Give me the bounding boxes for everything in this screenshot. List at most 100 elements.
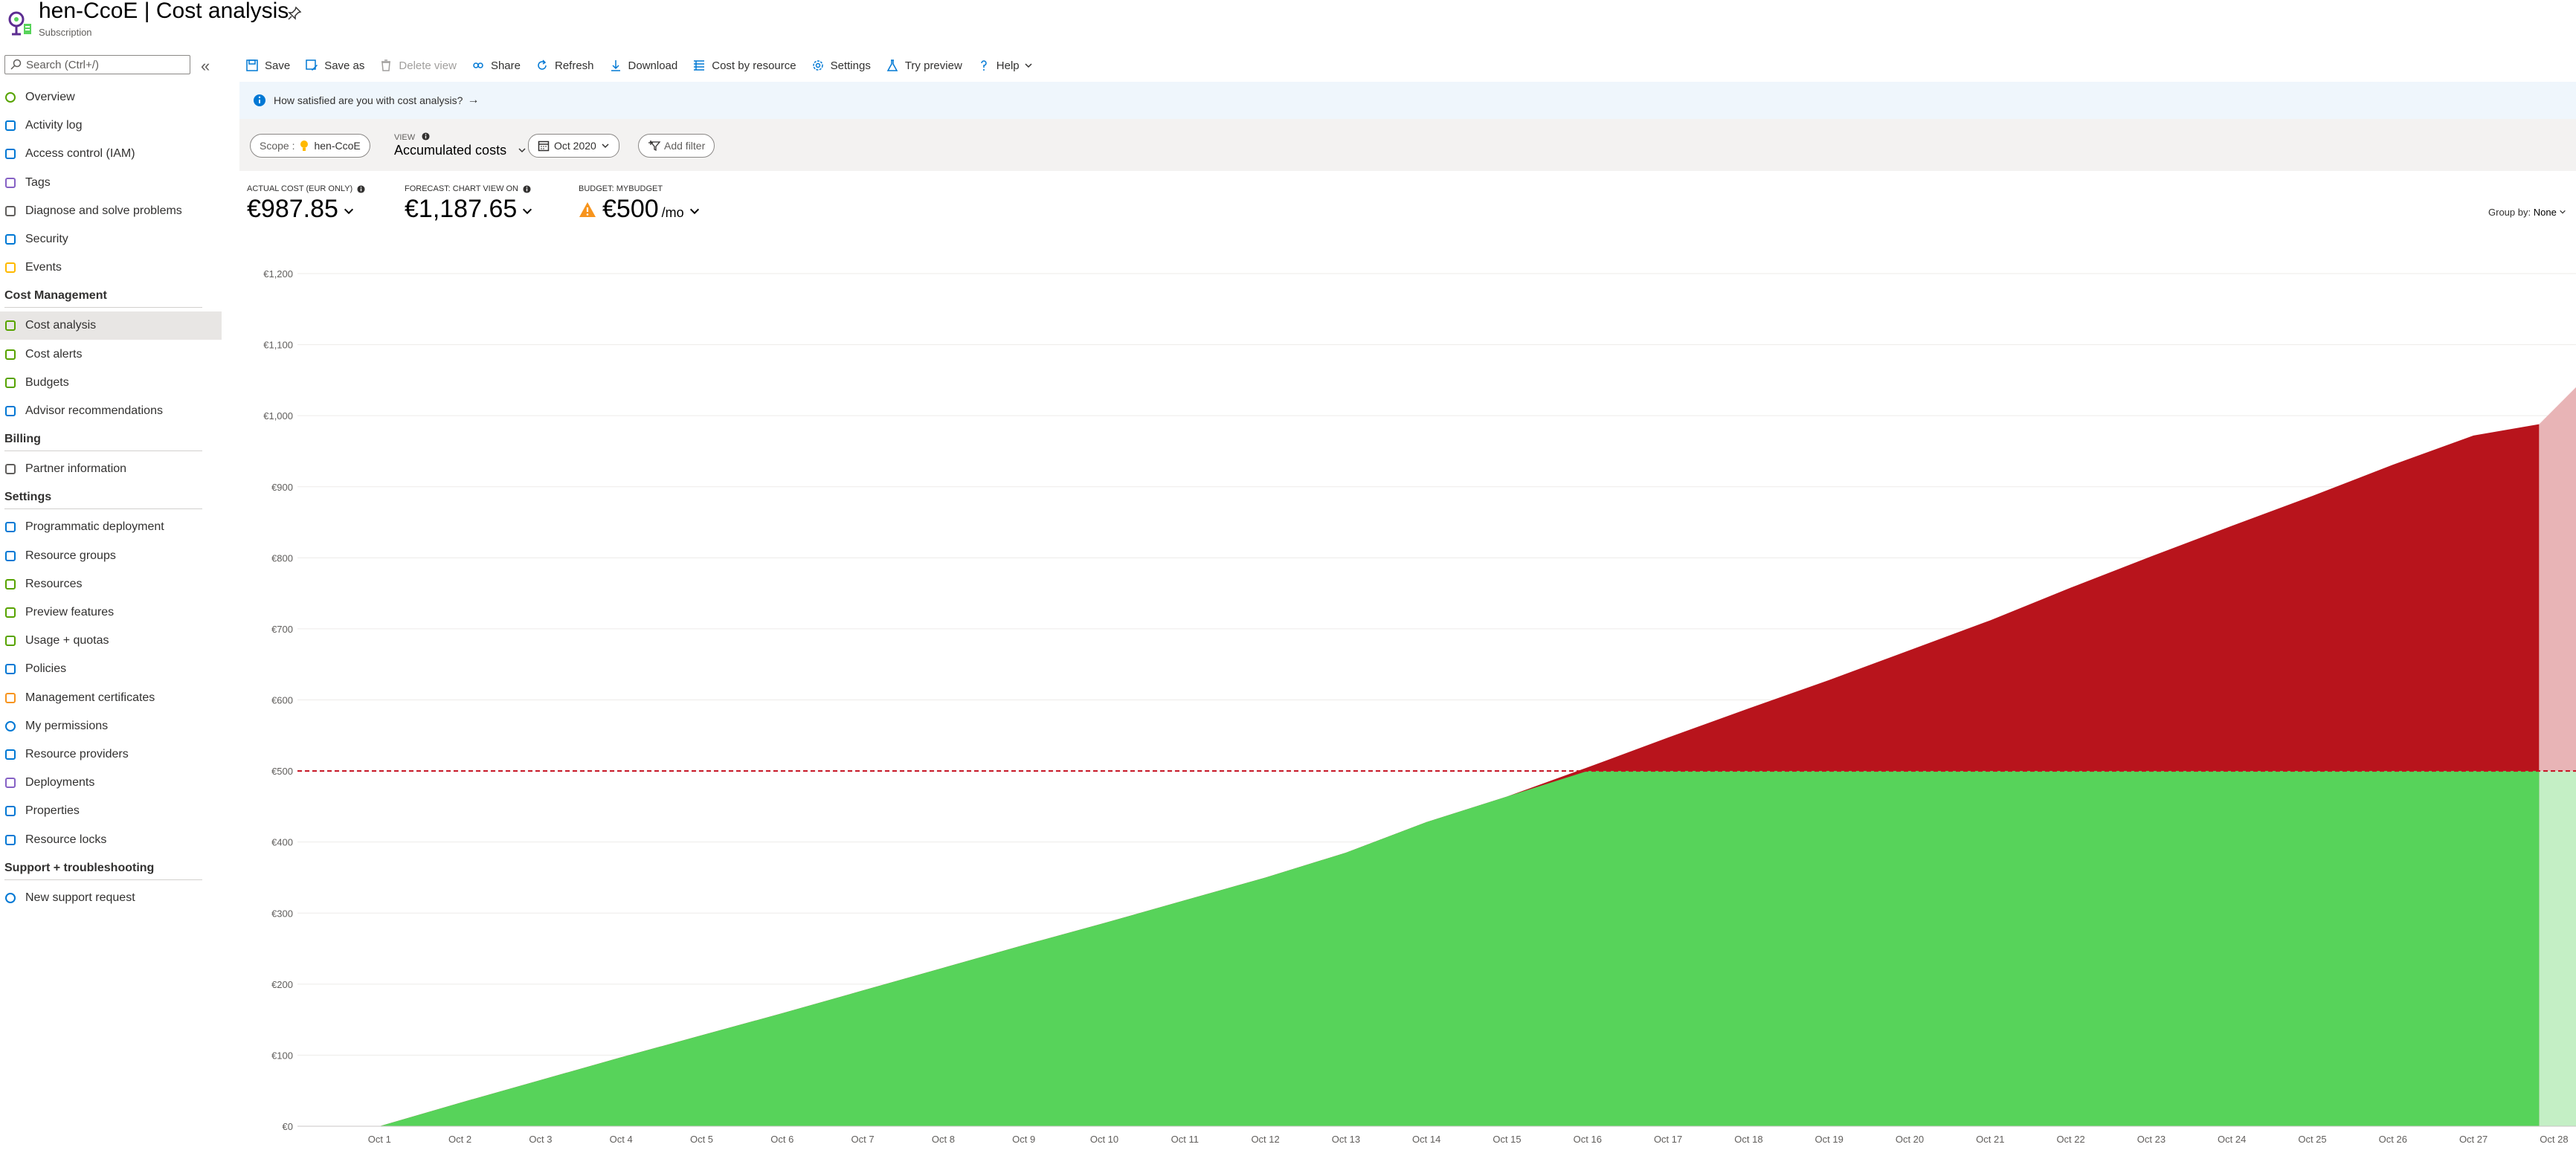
feedback-text: How satisfied are you with cost analysis…	[274, 94, 463, 106]
section-heading: Settings	[4, 491, 52, 504]
save-as-button[interactable]: Save as	[305, 59, 364, 72]
add-filter-label: Add filter	[664, 140, 706, 152]
budget-unit: /mo	[661, 205, 684, 220]
sidebar-item-cost-analysis[interactable]: Cost analysis	[0, 311, 222, 340]
forecast-over-budget-area	[2539, 387, 2576, 772]
sidebar-item-budgets[interactable]: Budgets	[0, 369, 222, 397]
settings-button[interactable]: Settings	[811, 59, 871, 72]
add-filter-button[interactable]: Add filter	[638, 134, 715, 158]
sidebar-item-policies[interactable]: Policies	[0, 655, 222, 683]
x-tick-label: Oct 13	[1332, 1134, 1360, 1145]
sidebar-item-events[interactable]: Events	[0, 253, 222, 282]
usage-quotas-icon	[5, 636, 16, 647]
sidebar-item-partner-information[interactable]: Partner information	[0, 455, 222, 483]
scope-pill[interactable]: Scope : hen-CcoE	[250, 134, 370, 158]
collapse-menu-button[interactable]: «	[201, 56, 210, 76]
sidebar-item-preview-features[interactable]: Preview features	[0, 598, 222, 627]
sidebar-item-overview[interactable]: Overview	[0, 83, 222, 112]
sidebar-item-activity-log[interactable]: Activity log	[0, 112, 222, 140]
x-tick-label: Oct 14	[1412, 1134, 1440, 1145]
sidebar-item-label: Access control (IAM)	[25, 147, 135, 161]
share-label: Share	[490, 59, 521, 72]
command-bar: Save Save as Delete view Share Refresh D…	[245, 55, 1048, 76]
section-divider	[4, 307, 202, 309]
help-button[interactable]: Help	[977, 59, 1033, 72]
delete-view-button[interactable]: Delete view	[379, 59, 457, 72]
sidebar-item-label: Advisor recommendations	[25, 404, 163, 417]
save-button[interactable]: Save	[245, 59, 290, 72]
sidebar-item-label: New support request	[25, 891, 135, 904]
sidebar-item-my-permissions[interactable]: My permissions	[0, 712, 222, 740]
sidebar-item-diagnose-and-solve-problems[interactable]: Diagnose and solve problems	[0, 197, 222, 225]
x-tick-label: Oct 11	[1171, 1134, 1199, 1145]
wrench-icon	[5, 205, 16, 216]
sidebar-item-resources[interactable]: Resources	[0, 570, 222, 598]
share-button[interactable]: Share	[471, 59, 521, 72]
x-tick-label: Oct 21	[1976, 1134, 2004, 1145]
sidebar-item-properties[interactable]: Properties	[0, 797, 222, 825]
try-preview-button[interactable]: Try preview	[886, 59, 962, 72]
cost-by-resource-button[interactable]: Cost by resource	[692, 59, 796, 72]
x-tick-label: Oct 24	[2218, 1134, 2246, 1145]
x-tick-label: Oct 1	[368, 1134, 391, 1145]
shield-icon	[5, 234, 16, 245]
properties-icon	[5, 806, 16, 817]
x-tick-label: Oct 10	[1090, 1134, 1118, 1145]
x-tick-label: Oct 23	[2137, 1134, 2166, 1145]
sidebar-item-management-certificates[interactable]: Management certificates	[0, 684, 222, 712]
try-preview-label: Try preview	[904, 59, 962, 72]
x-tick-label: Oct 4	[610, 1134, 633, 1145]
x-tick-label: Oct 27	[2459, 1134, 2488, 1145]
sidebar-item-advisor-recommendations[interactable]: Advisor recommendations	[0, 397, 222, 425]
group-by-selector[interactable]: Group by: None	[2488, 207, 2566, 218]
y-tick-label: €600	[271, 695, 293, 706]
section-divider	[4, 508, 202, 510]
deployments-icon	[5, 778, 16, 789]
under-budget-area	[299, 771, 2540, 1126]
sidebar-item-resource-groups[interactable]: Resource groups	[0, 542, 222, 570]
sidebar-item-resource-providers[interactable]: Resource providers	[0, 740, 222, 769]
download-button[interactable]: Download	[609, 59, 677, 72]
accumulated-cost-chart[interactable]: €0 €100 €200 €300 €400 €500 €600 €700 €800 €900 €1…	[239, 253, 2576, 1153]
tag-icon	[5, 177, 16, 188]
chevron-down-icon	[518, 148, 526, 153]
sidebar-item-programmatic-deployment[interactable]: Programmatic deployment	[0, 513, 222, 541]
forecast-label: FORECAST: CHART VIEW ON	[405, 184, 519, 193]
budget-kpi[interactable]: BUDGET: MYBUDGET €500 /mo	[579, 184, 701, 224]
chevron-down-icon	[689, 208, 699, 215]
sidebar-item-access-control-iam[interactable]: Access control (IAM)	[0, 140, 222, 168]
feedback-banner[interactable]: How satisfied are you with cost analysis…	[239, 82, 2576, 119]
date-range-pill[interactable]: Oct 2020	[528, 134, 619, 158]
sidebar-item-tags[interactable]: Tags	[0, 169, 222, 197]
sidebar-item-label: Cost analysis	[25, 319, 97, 332]
forecast-kpi[interactable]: FORECAST: CHART VIEW ON €1,187.65	[405, 184, 533, 224]
save-as-icon	[306, 59, 318, 71]
chevron-down-icon	[602, 143, 609, 149]
x-tick-label: Oct 6	[770, 1134, 793, 1145]
pin-icon[interactable]	[287, 6, 302, 21]
sidebar-item-usage-quotas[interactable]: Usage + quotas	[0, 627, 222, 655]
menu-search-input[interactable]: Search (Ctrl+/)	[4, 55, 190, 74]
section-divider	[4, 879, 202, 880]
sidebar-item-cost-alerts[interactable]: Cost alerts	[0, 340, 222, 369]
view-selector[interactable]: Accumulated costs	[394, 143, 527, 158]
actual-cost-kpi[interactable]: ACTUAL COST (EUR ONLY) €987.85	[247, 184, 365, 224]
x-tick-label: Oct 20	[1896, 1134, 1924, 1145]
sidebar-item-security[interactable]: Security	[0, 225, 222, 253]
refresh-button[interactable]: Refresh	[535, 59, 594, 72]
activity-log-icon	[5, 120, 16, 132]
x-tick-label: Oct 8	[932, 1134, 955, 1145]
sidebar-item-deployments[interactable]: Deployments	[0, 769, 222, 797]
support-person-icon	[5, 892, 16, 903]
delete-icon	[381, 59, 391, 71]
sidebar-item-resource-locks[interactable]: Resource locks	[0, 826, 222, 854]
sidebar-item-new-support-request[interactable]: New support request	[0, 884, 222, 912]
share-icon	[473, 62, 483, 68]
sidebar-item-label: My permissions	[25, 719, 109, 732]
section-heading: Cost Management	[4, 289, 107, 303]
page-title: hen-CcoE | Cost analysis	[39, 0, 289, 23]
x-tick-label: Oct 25	[2298, 1134, 2326, 1145]
sidebar-item-label: Management certificates	[25, 691, 155, 704]
x-tick-label: Oct 9	[1012, 1134, 1035, 1145]
y-tick-label: €300	[271, 908, 293, 919]
